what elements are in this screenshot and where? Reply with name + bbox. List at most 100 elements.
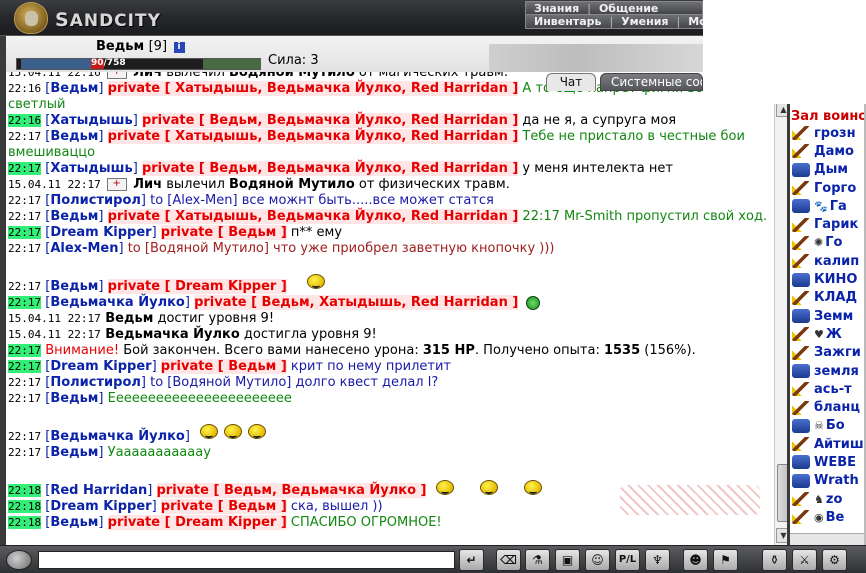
toolbar-button-icon[interactable]: ⚔ xyxy=(792,549,817,571)
chat-nickname[interactable]: Dream Kipper xyxy=(50,225,151,240)
chat-nickname[interactable]: Ведьмачка Йулко xyxy=(50,429,185,444)
chat-timestamp[interactable]: 22:16 xyxy=(8,82,41,95)
chat-timestamp[interactable]: 22:17 xyxy=(8,344,42,357)
chat-nickname[interactable]: Ведьм xyxy=(50,445,98,460)
chat-private-recipients[interactable]: private [ Dream Kipper ] xyxy=(107,279,287,294)
user-list-item[interactable]: бланц xyxy=(790,398,866,416)
user-list-item[interactable]: Зажги xyxy=(790,344,866,362)
user-list-item[interactable]: Гарик xyxy=(790,215,866,233)
chat-timestamp[interactable]: 22:17 xyxy=(8,130,41,143)
user-list-item[interactable]: Wrath xyxy=(790,472,866,490)
toolbar-button-icon[interactable]: ☺ xyxy=(585,549,610,571)
chat-mode-icon[interactable] xyxy=(6,550,32,570)
user-list-item[interactable]: калип xyxy=(790,252,866,270)
chat-timestamp[interactable]: 22:17 xyxy=(8,210,41,223)
user-list-hscrollbar[interactable] xyxy=(790,533,864,545)
chat-timestamp[interactable]: 22:17 xyxy=(8,392,41,405)
chat-input[interactable] xyxy=(38,551,455,569)
chat-nickname[interactable]: Ведьм xyxy=(50,279,98,294)
user-list-item[interactable]: 🐾 Га xyxy=(790,197,866,215)
chat-private-recipients[interactable]: private [ Ведьм ] xyxy=(160,499,287,514)
user-list-item[interactable]: ◉ Ве xyxy=(790,508,866,526)
user-list-item[interactable]: Айтиш xyxy=(790,435,866,453)
chat-nickname[interactable]: Dream Kipper xyxy=(50,499,151,514)
chat-nickname[interactable]: Ведьм xyxy=(50,515,98,530)
nav-item[interactable]: Инвентарь xyxy=(526,15,609,28)
chat-nickname[interactable]: Ведьм xyxy=(50,81,98,96)
chat-private-recipients[interactable]: private [ Хатыдышь, Ведьмачка Йулко, Red… xyxy=(107,81,519,96)
user-list-item[interactable]: грозн xyxy=(790,124,866,142)
chat-nickname[interactable]: Полистирол xyxy=(50,375,141,390)
user-list-item[interactable]: ✺ Го xyxy=(790,234,866,252)
chat-nickname[interactable]: Полистирол xyxy=(50,193,141,208)
toolbar-button-icon[interactable]: ⚙ xyxy=(822,549,847,571)
chat-timestamp[interactable]: 22:18 xyxy=(8,484,42,497)
user-list-item[interactable]: ☠ Бо xyxy=(790,417,866,435)
toolbar-button-icon[interactable]: ⌫ xyxy=(496,549,521,571)
chat-scrollbar[interactable]: ▲ ▼ xyxy=(774,72,787,545)
scroll-up-icon[interactable]: ▲ xyxy=(776,102,787,117)
chat-timestamp[interactable]: 22:18 xyxy=(8,516,42,529)
chat-timestamp[interactable]: 22:18 xyxy=(8,500,42,513)
scroll-down-icon[interactable]: ▼ xyxy=(776,528,787,543)
user-list-item[interactable]: Горго xyxy=(790,179,866,197)
character-name[interactable]: Ведьм [9] i xyxy=(96,39,185,54)
toolbar-button-icon[interactable]: ▣ xyxy=(555,549,580,571)
chat-private-recipients[interactable]: private [ Ведьм, Ведьмачка Йулко ] xyxy=(156,483,427,498)
chat-private-recipients[interactable]: private [ Ведьм, Ведьмачка Йулко, Red Ha… xyxy=(141,113,519,128)
user-list-item[interactable]: Земм xyxy=(790,307,866,325)
chat-timestamp[interactable]: 22:17 xyxy=(8,194,41,207)
chat-private-recipients[interactable]: private [ Dream Kipper ] xyxy=(107,515,287,530)
chat-timestamp[interactable]: 22:17 xyxy=(8,446,41,459)
toolbar-button-icon[interactable]: ☻ xyxy=(683,549,708,571)
toolbar-button-icon[interactable]: P/L xyxy=(615,549,640,571)
user-list-item[interactable]: КЛАД xyxy=(790,289,866,307)
user-list-item[interactable]: Дым xyxy=(790,161,866,179)
nav-item[interactable]: Знания xyxy=(526,2,587,15)
user-list-item[interactable]: ♞ zo xyxy=(790,490,866,508)
chat-nickname[interactable]: Red Harridan xyxy=(50,483,147,498)
chat-timestamp[interactable]: 15.04.11 22:17 xyxy=(8,178,101,191)
chat-timestamp[interactable]: 22:16 xyxy=(8,114,42,127)
nav-item[interactable]: Умения xyxy=(613,15,676,28)
chat-private-recipients[interactable]: private [ Ведьм, Хатыдышь, Red Harridan … xyxy=(194,295,519,310)
toolbar-button-icon[interactable]: ↵ xyxy=(459,549,484,571)
toolbar-button-icon[interactable]: ⚗ xyxy=(525,549,550,571)
chat-timestamp[interactable]: 15.04.11 22:17 xyxy=(8,312,101,325)
user-list-item[interactable]: Дамо xyxy=(790,142,866,160)
chat-nickname[interactable]: Alex-Men xyxy=(50,241,118,256)
chat-timestamp[interactable]: 22:17 xyxy=(8,162,42,175)
toolbar-button-icon[interactable]: ♆ xyxy=(645,549,670,571)
info-icon[interactable]: i xyxy=(173,42,185,53)
chat-nickname[interactable]: Ведьм xyxy=(50,209,98,224)
chat-private-recipients[interactable]: private [ Ведьм ] xyxy=(160,359,287,374)
chat-nickname[interactable]: Ведьм xyxy=(50,391,98,406)
chat-timestamp[interactable]: 22:17 xyxy=(8,376,41,389)
tab-chat[interactable]: Чат xyxy=(546,73,596,91)
chat-timestamp[interactable]: 22:17 xyxy=(8,226,42,239)
user-list-item[interactable]: ась-т xyxy=(790,380,866,398)
chat-timestamp[interactable]: 22:17 xyxy=(8,242,41,255)
user-list-item[interactable]: WEBE xyxy=(790,453,866,471)
chat-private-recipients[interactable]: private [ Ведьм ] xyxy=(160,225,287,240)
user-list-item[interactable]: ♥ Ж xyxy=(790,325,866,343)
chat-nickname[interactable]: Хатыдышь xyxy=(50,161,132,176)
chat-private-recipients[interactable]: private [ Ведьм, Ведьмачка Йулко, Red Ha… xyxy=(141,161,519,176)
nav-item[interactable]: Общение xyxy=(591,2,666,15)
chat-timestamp[interactable]: 22:17 xyxy=(8,280,41,293)
chat-nickname[interactable]: Ведьмачка Йулко xyxy=(50,295,185,310)
chat-nickname[interactable]: Ведьм xyxy=(50,129,98,144)
user-list-item[interactable]: земля xyxy=(790,362,866,380)
tab-system-messages[interactable]: Системные сооб xyxy=(600,73,703,91)
chat-timestamp[interactable]: 22:17 xyxy=(8,430,41,443)
chat-timestamp[interactable]: 22:17 xyxy=(8,296,42,309)
chat-timestamp[interactable]: 15.04.11 22:16 xyxy=(8,72,101,79)
toolbar-button-icon[interactable]: ⚑ xyxy=(713,549,738,571)
chat-timestamp[interactable]: 15.04.11 22:17 xyxy=(8,328,101,341)
user-list-item[interactable]: КИНО xyxy=(790,270,866,288)
toolbar-button-icon[interactable]: ⚱ xyxy=(762,549,787,571)
chat-nickname[interactable]: Dream Kipper xyxy=(50,359,151,374)
chat-nickname[interactable]: Хатыдышь xyxy=(50,113,132,128)
chat-timestamp[interactable]: 22:17 xyxy=(8,360,42,373)
chat-private-recipients[interactable]: private [ Хатыдышь, Ведьмачка Йулко, Red… xyxy=(107,209,519,224)
